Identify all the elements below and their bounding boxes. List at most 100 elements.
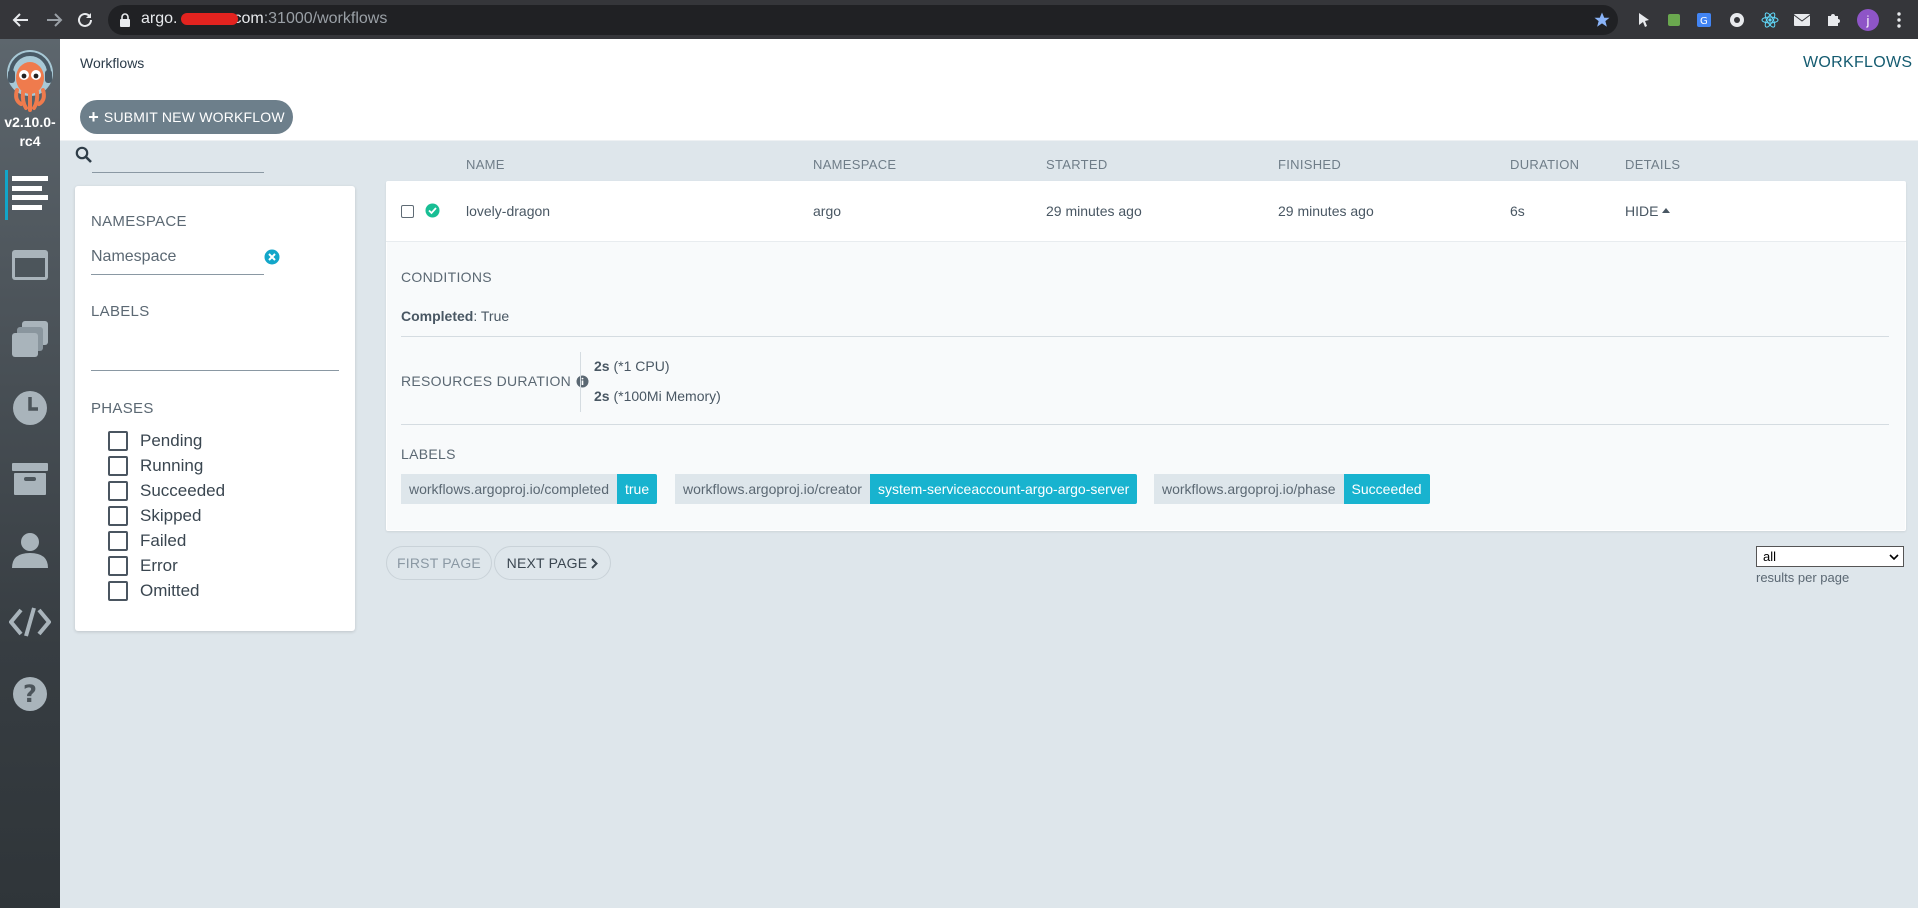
- hide-details-label: HIDE: [1625, 203, 1659, 219]
- chevron-down-icon: [1889, 553, 1899, 560]
- row-divider: [386, 241, 1906, 242]
- plus-icon: +: [88, 107, 99, 127]
- column-header-details: DETAILS: [1625, 157, 1681, 172]
- phase-checkbox[interactable]: [108, 531, 128, 551]
- workflow-name-link[interactable]: lovely-dragon: [466, 203, 550, 219]
- condition-key: Completed: [401, 308, 474, 324]
- workflow-templates-icon: [12, 250, 48, 280]
- back-button[interactable]: [9, 8, 33, 32]
- version-label: v2.10.0-rc4: [4, 114, 56, 149]
- next-page-label: NEXT PAGE: [506, 555, 588, 571]
- phase-option-failed[interactable]: Failed: [108, 531, 186, 551]
- table-row[interactable]: [386, 183, 1906, 241]
- sidebar-item-cron-workflows[interactable]: [0, 390, 60, 426]
- phase-option-skipped[interactable]: Skipped: [108, 506, 201, 526]
- clear-namespace-icon[interactable]: [264, 249, 280, 265]
- extension-green-icon[interactable]: [1664, 10, 1684, 30]
- reload-button[interactable]: [73, 8, 97, 32]
- sidebar-item-api-docs[interactable]: [0, 606, 60, 638]
- hide-details-toggle[interactable]: HIDE: [1625, 203, 1671, 219]
- resource-cpu: 2s (*1 CPU): [594, 358, 670, 374]
- api-docs-icon: [9, 607, 51, 637]
- sidebar-item-workflow-templates[interactable]: [0, 250, 60, 280]
- phase-option-error[interactable]: Error: [108, 556, 178, 576]
- phase-checkbox[interactable]: [108, 556, 128, 576]
- cluster-templates-icon: [12, 321, 48, 357]
- phase-option-running[interactable]: Running: [108, 456, 203, 476]
- extension-circle-icon[interactable]: [1727, 10, 1747, 30]
- condition-completed: Completed: True: [401, 308, 509, 324]
- first-page-button[interactable]: FIRST PAGE: [386, 546, 492, 580]
- phase-label: Omitted: [140, 581, 200, 600]
- profile-avatar[interactable]: j: [1857, 9, 1879, 31]
- extension-mail-icon[interactable]: [1792, 10, 1812, 30]
- extension-react-icon[interactable]: [1760, 10, 1780, 30]
- sidebar-item-archived-workflows[interactable]: [0, 463, 60, 495]
- row-select-checkbox[interactable]: [401, 205, 414, 218]
- svg-text:?: ?: [23, 680, 37, 708]
- next-page-button[interactable]: NEXT PAGE: [494, 546, 611, 580]
- label-chip-creator[interactable]: workflows.argoproj.io/creator system-serv…: [675, 474, 1138, 504]
- search-input-underline: [92, 172, 264, 173]
- namespace-input[interactable]: Namespace: [91, 248, 176, 266]
- phase-checkbox[interactable]: [108, 456, 128, 476]
- page-header: [60, 39, 1918, 141]
- phase-option-pending[interactable]: Pending: [108, 431, 202, 451]
- column-header-finished[interactable]: FINISHED: [1278, 157, 1341, 172]
- column-header-duration[interactable]: DURATION: [1510, 157, 1579, 172]
- label-chip-completed[interactable]: workflows.argoproj.io/completed true: [401, 474, 658, 504]
- resources-divider: [580, 352, 581, 412]
- namespace-heading: NAMESPACE: [91, 213, 187, 230]
- phase-checkbox[interactable]: [108, 506, 128, 526]
- url-text: argo. com:31000/workflows: [141, 10, 388, 27]
- phase-option-succeeded[interactable]: Succeeded: [108, 481, 225, 501]
- info-icon: [576, 375, 589, 387]
- labels-input[interactable]: [91, 340, 339, 368]
- workflow-duration: 6s: [1510, 203, 1525, 219]
- reload-icon: [78, 12, 92, 27]
- bookmark-star-icon[interactable]: [1592, 10, 1612, 30]
- argo-logo[interactable]: [5, 48, 55, 112]
- resources-duration-heading: RESOURCES DURATION: [401, 373, 589, 389]
- conditions-heading: CONDITIONS: [401, 269, 492, 285]
- cron-workflows-icon: [13, 391, 47, 425]
- column-header-namespace[interactable]: NAMESPACE: [813, 157, 896, 172]
- details-divider: [401, 424, 1889, 425]
- caret-up-icon: [1662, 208, 1671, 213]
- phase-checkbox[interactable]: [108, 581, 128, 601]
- phase-option-omitted[interactable]: Omitted: [108, 581, 200, 601]
- column-header-name[interactable]: NAME: [466, 157, 505, 172]
- sidebar-item-help[interactable]: ?: [0, 676, 60, 712]
- extension-cursor-icon[interactable]: [1634, 10, 1654, 30]
- labels-input-underline: [91, 370, 339, 371]
- help-icon: ?: [13, 677, 47, 711]
- submit-new-workflow-button[interactable]: + SUBMIT NEW WORKFLOW: [80, 100, 293, 134]
- label-value: Succeeded: [1343, 474, 1430, 504]
- arrow-left-icon: [12, 13, 28, 27]
- sidebar-item-cluster-templates[interactable]: [0, 321, 60, 357]
- label-chip-phase[interactable]: workflows.argoproj.io/phase Succeeded: [1154, 474, 1430, 504]
- search-input[interactable]: [92, 146, 264, 170]
- workflow-finished: 29 minutes ago: [1278, 203, 1374, 219]
- browser-menu-icon[interactable]: [1889, 10, 1909, 30]
- forward-button[interactable]: [42, 8, 66, 32]
- status-succeeded-icon: [425, 203, 440, 218]
- breadcrumb-title: Workflows: [80, 55, 145, 71]
- phase-checkbox[interactable]: [108, 481, 128, 501]
- column-header-started[interactable]: STARTED: [1046, 157, 1108, 172]
- phase-checkbox[interactable]: [108, 431, 128, 451]
- sidebar-item-workflows[interactable]: [0, 176, 60, 210]
- extensions-puzzle-icon[interactable]: [1823, 10, 1843, 30]
- workflow-namespace: argo: [813, 203, 842, 219]
- sidebar-item-user[interactable]: [0, 532, 60, 568]
- phase-label: Failed: [140, 531, 187, 550]
- extension-translate-icon[interactable]: G: [1694, 10, 1714, 30]
- results-per-page-select[interactable]: all: [1756, 546, 1904, 567]
- details-labels-heading: LABELS: [401, 446, 456, 462]
- search-icon: [75, 146, 92, 163]
- svg-text:G: G: [1700, 16, 1708, 27]
- redaction-mark: [181, 13, 238, 25]
- lock-icon: [119, 13, 131, 27]
- resources-heading-label: RESOURCES DURATION: [401, 373, 572, 389]
- namespace-input-underline: [91, 274, 264, 275]
